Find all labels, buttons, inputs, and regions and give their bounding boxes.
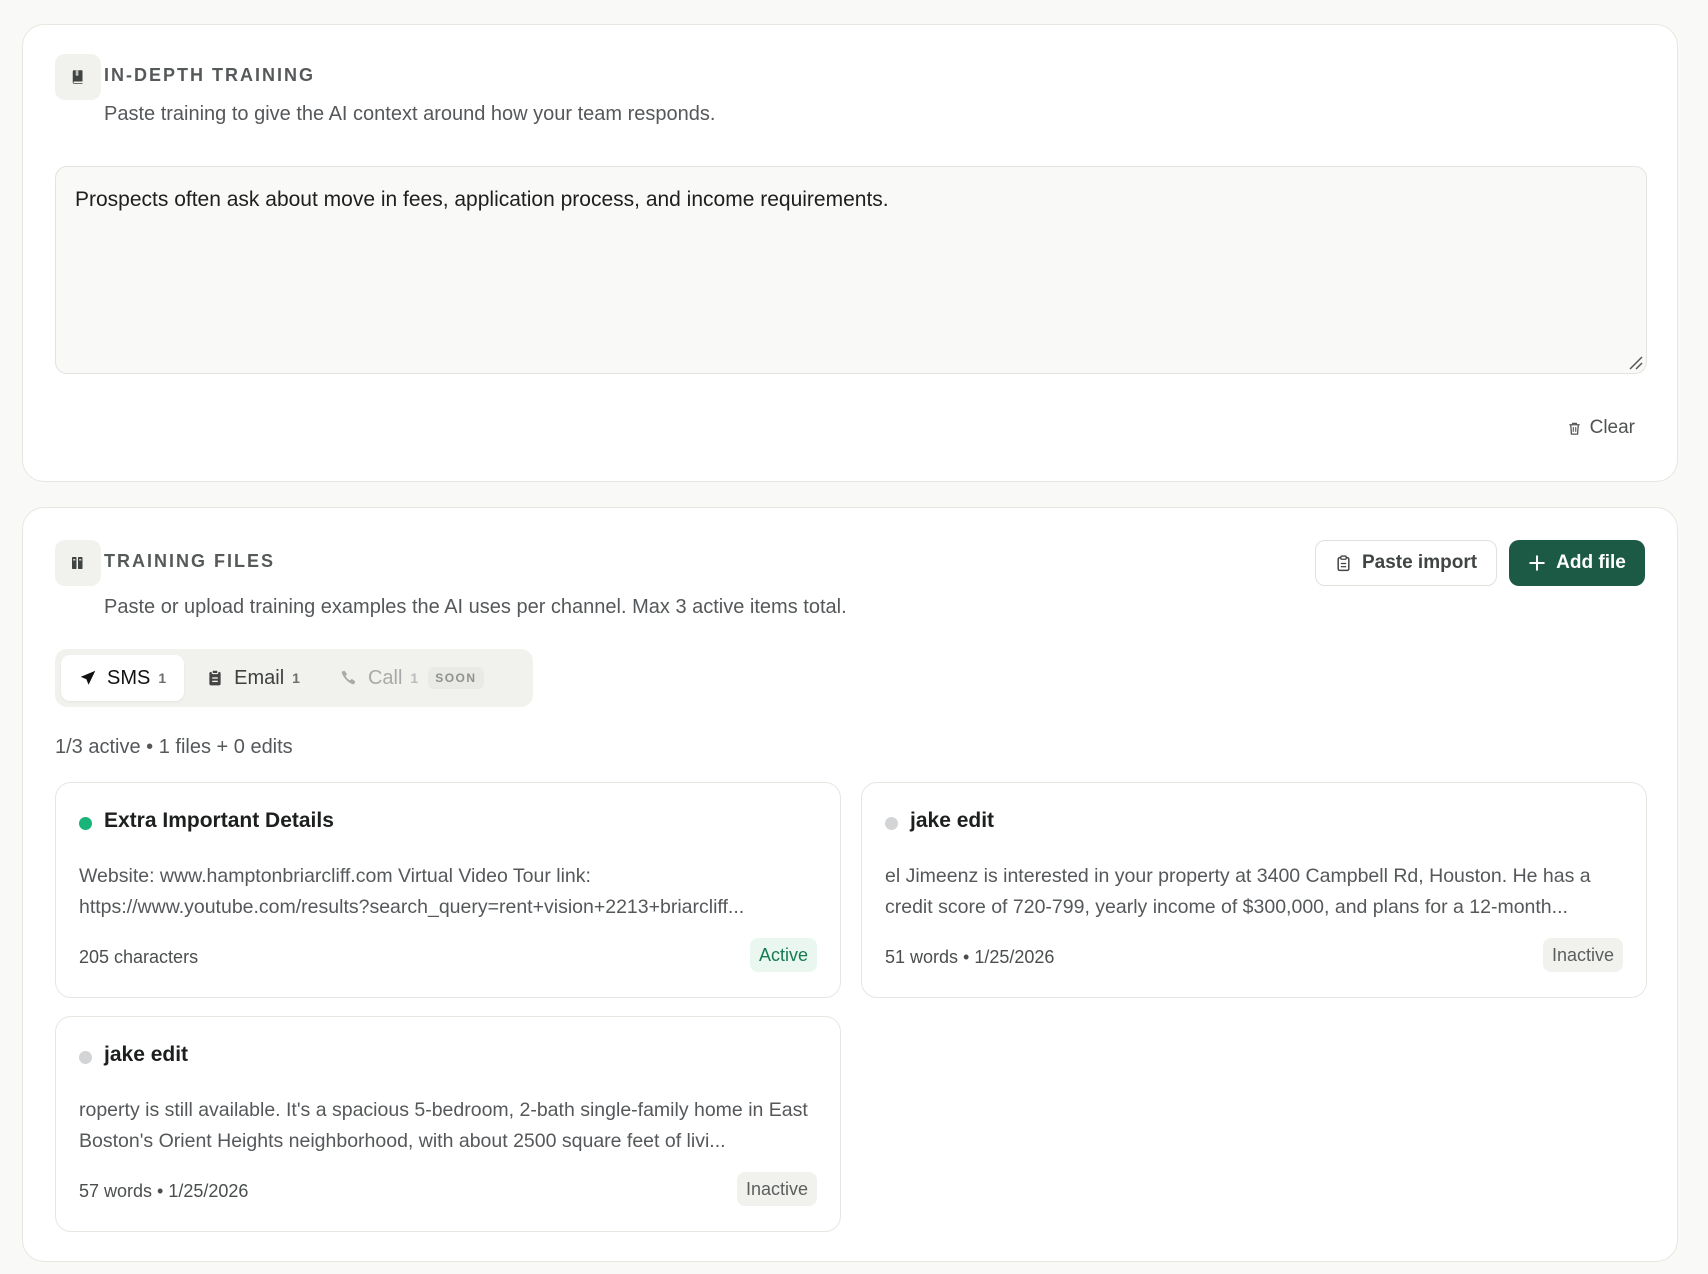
status-badge[interactable]: Active: [749, 938, 817, 972]
status-badge[interactable]: Inactive: [1542, 938, 1623, 972]
send-icon: [80, 670, 96, 685]
inactive-dot: [79, 1051, 92, 1064]
tab-count: 1: [292, 670, 300, 686]
training-files-panel: TRAINING FILES Paste or upload training …: [22, 507, 1678, 1262]
plus-icon: [1529, 555, 1545, 571]
clear-button[interactable]: Clear: [1567, 417, 1635, 439]
card-title: Extra Important Details: [104, 809, 334, 832]
clipboard-icon: [209, 669, 221, 686]
tab-count: 1: [410, 670, 419, 686]
training-file-card[interactable]: jake edit roperty is still available. It…: [55, 1016, 841, 1232]
active-summary: 1/3 active • 1 files + 0 edits: [55, 736, 293, 758]
training-file-card[interactable]: Extra Important Details Website: www.ham…: [55, 782, 841, 998]
soon-badge: SOON: [428, 667, 484, 689]
tab-label: Call: [367, 666, 403, 689]
paste-import-label: Paste import: [1361, 552, 1478, 573]
tab-label: SMS: [107, 666, 151, 689]
card-preview: Website: www.hamptonbriarcliff.com Virtu…: [79, 865, 745, 918]
status-badge[interactable]: Inactive: [736, 1172, 817, 1206]
clear-label: Clear: [1589, 417, 1635, 438]
card-preview: roperty is still available. It's a spaci…: [79, 1099, 808, 1152]
channel-tabs: SMS 1 Email 1 Call 1 SOON: [55, 649, 533, 707]
trash-icon: [1568, 422, 1580, 435]
clipboard-icon: [1337, 554, 1350, 571]
inactive-dot: [885, 817, 898, 830]
card-meta: 51 words • 1/25/2026: [885, 947, 1055, 967]
card-title: jake edit: [910, 809, 995, 832]
add-file-button[interactable]: Add file: [1509, 540, 1645, 586]
card-meta: 57 words • 1/25/2026: [79, 1181, 249, 1201]
section-title: TRAINING FILES: [104, 551, 275, 571]
section-description: Paste or upload training examples the AI…: [104, 596, 847, 618]
in-depth-training-panel: IN-DEPTH TRAINING Paste training to give…: [22, 24, 1678, 482]
books-icon: [55, 540, 101, 586]
training-file-card[interactable]: jake edit el Jimeenz is interested in yo…: [861, 782, 1647, 998]
training-textarea[interactable]: Prospects often ask about move in fees, …: [55, 166, 1647, 374]
card-title: jake edit: [104, 1043, 189, 1066]
paste-import-button[interactable]: Paste import: [1315, 540, 1497, 586]
tab-email[interactable]: Email 1: [188, 655, 318, 701]
training-text: Prospects often ask about move in fees, …: [75, 188, 889, 211]
section-description: Paste training to give the AI context ar…: [104, 103, 716, 125]
book-icon: [55, 54, 101, 100]
tab-count: 1: [158, 670, 167, 686]
resize-handle-icon[interactable]: [1628, 355, 1644, 371]
tab-sms[interactable]: SMS 1: [61, 655, 185, 701]
tab-label: Email: [234, 666, 285, 689]
tab-call: Call 1 SOON: [322, 655, 502, 701]
active-dot: [79, 817, 92, 830]
section-title: IN-DEPTH TRAINING: [104, 65, 315, 85]
add-file-label: Add file: [1556, 552, 1626, 573]
phone-icon: [341, 670, 356, 685]
card-meta: 205 characters: [79, 947, 199, 967]
card-preview: el Jimeenz is interested in your propert…: [885, 865, 1591, 918]
